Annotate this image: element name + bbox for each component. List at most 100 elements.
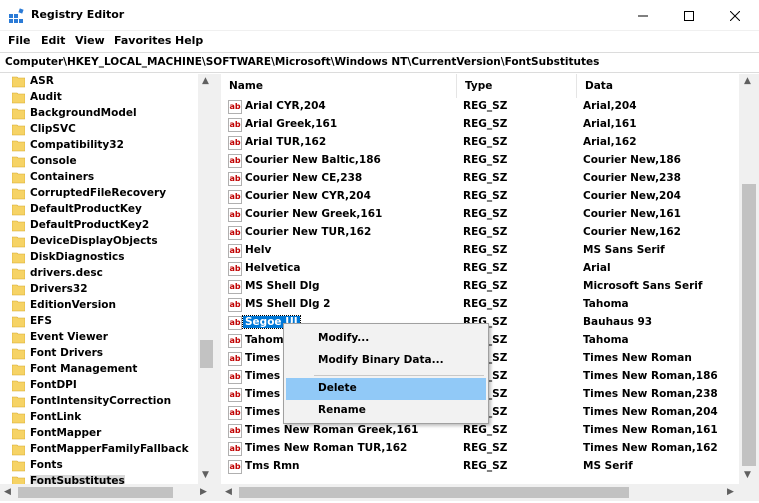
tree-item[interactable]: BackgroundModel — [0, 106, 198, 122]
minimize-button[interactable] — [620, 0, 666, 31]
tree-item[interactable]: Font Drivers — [0, 346, 198, 362]
ctx-rename[interactable]: Rename — [286, 400, 486, 422]
menu-favorites[interactable]: Favorites — [114, 34, 171, 47]
value-type: REG_SZ — [463, 298, 508, 310]
menu-file[interactable]: File — [8, 34, 31, 47]
value-row[interactable]: ab Times New Roman TUR,162 REG_SZ Times New… — [221, 440, 739, 458]
tree-item-label: CorruptedFileRecovery — [30, 187, 167, 199]
tree-item[interactable]: FontMapper — [0, 426, 198, 442]
value-row[interactable]: ab Arial CYR,204 REG_SZ Arial,204 — [221, 98, 739, 116]
tree-item[interactable]: EFS — [0, 314, 198, 330]
list-vertical-scrollbar[interactable]: ▲ ▼ — [739, 74, 759, 484]
folder-icon — [12, 300, 25, 312]
list-scroll-thumb[interactable] — [742, 184, 756, 466]
list-hscroll-thumb[interactable] — [239, 487, 629, 498]
key-tree[interactable]: ASR Audit BackgroundModel ClipSVC Compatibil… — [0, 74, 214, 490]
list-header: Name Type Data — [221, 74, 739, 98]
tree-item[interactable]: DefaultProductKey — [0, 202, 198, 218]
value-data: Bauhaus 93 — [583, 316, 653, 328]
tree-item[interactable]: FontIntensityCorrection — [0, 394, 198, 410]
scroll-right-icon[interactable]: ▶ — [200, 487, 207, 497]
value-row[interactable]: ab Helvetica REG_SZ Arial — [221, 260, 739, 278]
tree-item[interactable]: Fonts — [0, 458, 198, 474]
list-scroll-up-icon[interactable]: ▲ — [744, 76, 751, 86]
tree-scroll-thumb[interactable] — [200, 340, 213, 368]
ctx-modify[interactable]: Modify... — [286, 328, 486, 350]
scroll-up-icon[interactable]: ▲ — [202, 76, 209, 86]
tree-vertical-scrollbar[interactable]: ▲ ▼ — [198, 74, 215, 484]
tree-hscroll-thumb[interactable] — [18, 487, 173, 498]
tree-item[interactable]: DiskDiagnostics — [0, 250, 198, 266]
folder-icon — [12, 396, 25, 408]
tree-item[interactable]: Compatibility32 — [0, 138, 198, 154]
tree-item[interactable]: FontMapperFamilyFallback — [0, 442, 198, 458]
tree-item-label: FontMapperFamilyFallback — [30, 443, 189, 455]
tree-item[interactable]: Event Viewer — [0, 330, 198, 346]
value-row[interactable]: ab Courier New Greek,161 REG_SZ Courier New… — [221, 206, 739, 224]
value-row[interactable]: ab Tms Rmn REG_SZ MS Serif — [221, 458, 739, 476]
tree-item[interactable]: Audit — [0, 90, 198, 106]
folder-icon — [12, 172, 25, 184]
tree-item[interactable]: ClipSVC — [0, 122, 198, 138]
value-data: Courier New,238 — [583, 172, 681, 184]
tree-item-label: EFS — [30, 315, 52, 327]
tree-item-label: FontMapper — [30, 427, 102, 439]
ab-string-value-icon: ab — [228, 280, 242, 294]
ctx-modify-binary[interactable]: Modify Binary Data... — [286, 350, 486, 372]
menu-help[interactable]: Help — [175, 34, 203, 47]
tree-item-label: Drivers32 — [30, 283, 88, 295]
list-scroll-right-icon[interactable]: ▶ — [727, 487, 734, 497]
folder-icon — [12, 140, 25, 152]
value-row[interactable]: ab MS Shell Dlg REG_SZ Microsoft Sans Serif — [221, 278, 739, 296]
value-data: Arial,204 — [583, 100, 637, 112]
list-scroll-left-icon[interactable]: ◀ — [225, 487, 232, 497]
value-name: Arial CYR,204 — [245, 100, 326, 112]
tree-item[interactable]: Drivers32 — [0, 282, 198, 298]
tree-item[interactable]: Containers — [0, 170, 198, 186]
value-row[interactable]: ab Courier New CE,238 REG_SZ Courier New,23… — [221, 170, 739, 188]
value-name: Tms Rmn — [245, 460, 300, 472]
menu-view[interactable]: View — [75, 34, 105, 47]
value-type: REG_SZ — [463, 460, 508, 472]
tree-item[interactable]: FontDPI — [0, 378, 198, 394]
tree-item[interactable]: Console — [0, 154, 198, 170]
tree-item[interactable]: Font Management — [0, 362, 198, 378]
scroll-down-icon[interactable]: ▼ — [202, 470, 209, 480]
ctx-delete[interactable]: Delete — [286, 378, 486, 400]
scroll-left-icon[interactable]: ◀ — [4, 487, 11, 497]
tree-item[interactable]: drivers.desc — [0, 266, 198, 282]
tree-item-label: EditionVersion — [30, 299, 116, 311]
menu-edit[interactable]: Edit — [41, 34, 65, 47]
ab-string-value-icon: ab — [228, 208, 242, 222]
value-row[interactable]: ab Courier New TUR,162 REG_SZ Courier New,1… — [221, 224, 739, 242]
value-row[interactable]: ab Helv REG_SZ MS Sans Serif — [221, 242, 739, 260]
value-name: Arial Greek,161 — [245, 118, 338, 130]
address-bar[interactable]: Computer\HKEY_LOCAL_MACHINE\SOFTWARE\Mic… — [0, 52, 759, 73]
value-row[interactable]: ab Arial Greek,161 REG_SZ Arial,161 — [221, 116, 739, 134]
column-header-name[interactable]: Name — [221, 74, 457, 98]
tree-item[interactable]: FontLink — [0, 410, 198, 426]
folder-icon — [12, 236, 25, 248]
value-row[interactable]: ab Courier New CYR,204 REG_SZ Courier New,2… — [221, 188, 739, 206]
value-row[interactable]: ab Times New Roman Greek,161 REG_SZ Times N… — [221, 422, 739, 440]
value-row[interactable]: ab Courier New Baltic,186 REG_SZ Courier Ne… — [221, 152, 739, 170]
tree-item-label: Console — [30, 155, 77, 167]
value-name: Helv — [245, 244, 272, 256]
column-header-data[interactable]: Data — [577, 74, 739, 98]
ab-string-value-icon: ab — [228, 136, 242, 150]
tree-item[interactable]: DeviceDisplayObjects — [0, 234, 198, 250]
tree-horizontal-scrollbar[interactable]: ◀ ▶ — [0, 484, 215, 501]
tree-item[interactable]: ASR — [0, 74, 198, 90]
column-header-type[interactable]: Type — [457, 74, 577, 98]
close-button[interactable] — [712, 0, 758, 31]
list-scroll-down-icon[interactable]: ▼ — [744, 470, 751, 480]
maximize-button[interactable] — [666, 0, 712, 31]
value-row[interactable]: ab MS Shell Dlg 2 REG_SZ Tahoma — [221, 296, 739, 314]
tree-item[interactable]: EditionVersion — [0, 298, 198, 314]
list-horizontal-scrollbar[interactable]: ◀ ▶ — [221, 484, 759, 501]
ab-string-value-icon: ab — [228, 172, 242, 186]
tree-item[interactable]: DefaultProductKey2 — [0, 218, 198, 234]
ab-string-value-icon: ab — [228, 460, 242, 474]
tree-item[interactable]: CorruptedFileRecovery — [0, 186, 198, 202]
value-row[interactable]: ab Arial TUR,162 REG_SZ Arial,162 — [221, 134, 739, 152]
